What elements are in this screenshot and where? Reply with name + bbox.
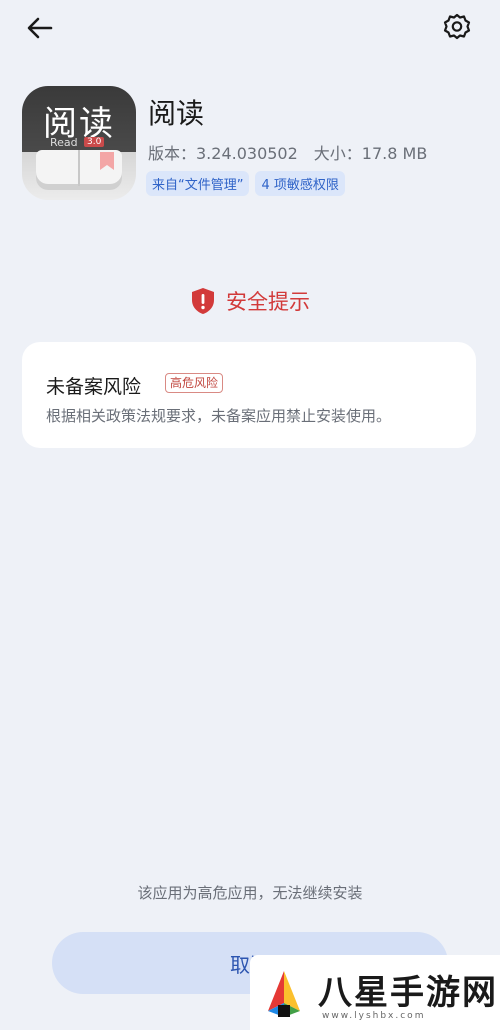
risk-level-badge: 高危风险 (165, 373, 224, 393)
install-blocked-page: 阅读 Read 3.0 阅读 版本：3.24.030502 大小：17.8 MB … (0, 0, 500, 1030)
security-title: 安全提示 (226, 290, 310, 314)
app-icon-glyph: 阅读 (43, 104, 115, 144)
app-name: 阅读 (148, 97, 205, 130)
watermark-url: www.lyshbx.com (322, 1011, 426, 1021)
watermark-logo-icon (268, 971, 300, 1017)
security-heading: 安全提示 (0, 286, 500, 316)
app-tags: 来自“文件管理” 4 项敏感权限 (146, 171, 345, 196)
watermark: 八星手游网 www.lyshbx.com (250, 955, 500, 1030)
install-blocked-note: 该应用为高危应用，无法继续安装 (137, 884, 363, 902)
watermark-text: 八星手游网 (318, 973, 498, 1013)
source-tag[interactable]: 来自“文件管理” (146, 171, 250, 196)
settings-button[interactable] (440, 10, 474, 44)
back-button[interactable] (22, 10, 58, 46)
permissions-tag[interactable]: 4 项敏感权限 (255, 171, 345, 196)
arrow-left-icon (27, 17, 53, 39)
app-version: 版本：3.24.030502 (148, 144, 298, 163)
risk-card: 未备案风险 高危风险 根据相关政策法规要求，未备案应用禁止安装使用。 (22, 342, 476, 448)
app-icon: 阅读 Read 3.0 (22, 86, 136, 200)
risk-description: 根据相关政策法规要求，未备案应用禁止安装使用。 (46, 407, 392, 425)
app-size: 大小：17.8 MB (313, 144, 428, 163)
app-icon-version-chip: 3.0 (84, 137, 105, 147)
app-icon-brand: Read (50, 136, 78, 149)
app-meta: 版本：3.24.030502 大小：17.8 MB (148, 140, 427, 164)
shield-alert-icon (192, 288, 214, 314)
gear-icon (443, 13, 471, 40)
risk-title: 未备案风险 (46, 376, 142, 398)
